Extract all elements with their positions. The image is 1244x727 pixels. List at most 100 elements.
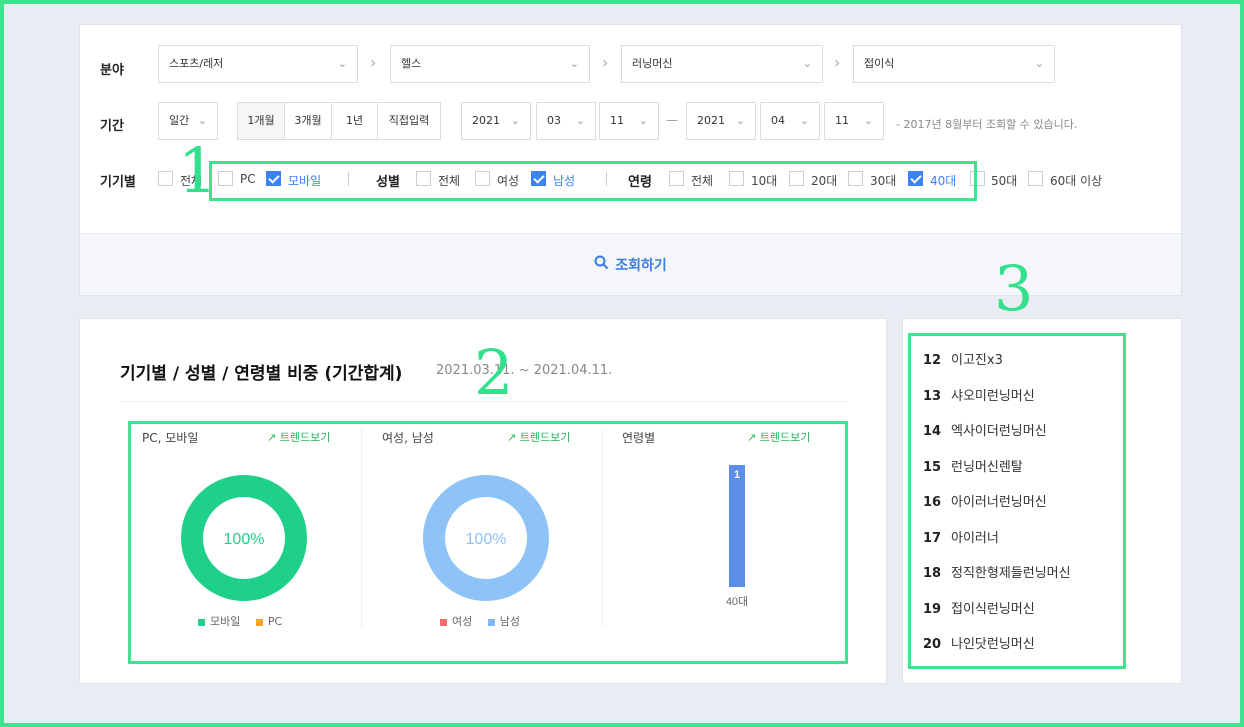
start-month-value: 03 [547,114,561,127]
donut-center-label: 100% [466,531,507,548]
gender-all-checkbox[interactable] [416,171,431,186]
age-trend-link[interactable]: ↗ 트렌드보기 [747,429,810,445]
chevron-right-icon: › [834,53,841,72]
gender-female-checkbox[interactable] [475,171,490,186]
period-1month-button[interactable]: 1개월 [237,102,285,140]
device-chart-title: PC, 모바일 [142,431,199,445]
column-divider [361,429,362,627]
rank-keyword: 접이식런닝머신 [951,602,1035,617]
rank-keyword: 이고진x3 [951,353,1003,368]
age-bar [729,465,745,587]
chevron-down-icon: ⌄ [337,57,347,70]
trend-icon: ↗ [747,431,757,444]
end-year-value: 2021 [697,114,725,127]
ranking-item[interactable]: 19 접이식런닝머신 [923,598,1035,617]
column-divider [602,429,603,627]
rank-keyword: 아이러너런닝머신 [951,495,1047,510]
ranking-item[interactable]: 15 런닝머신렌탈 [923,456,1023,475]
chart-date-range: 2021.03.11. ~ 2021.04.11. [436,363,613,378]
category-select-4[interactable]: 접이식 ⌄ [853,45,1055,83]
trend-label: 트렌드보기 [759,431,811,444]
ranking-item[interactable]: 14 엑사이더런닝머신 [923,420,1047,439]
age-10s-checkbox[interactable] [729,171,744,186]
age-40s-label: 40대 [930,174,957,188]
trend-label: 트렌드보기 [279,431,331,444]
period-label: 기간 [100,119,124,134]
end-day-select[interactable]: 11 ⌄ [824,102,884,140]
device-trend-link[interactable]: ↗ 트렌드보기 [267,429,330,445]
divider [606,172,607,186]
age-20s-label: 20대 [811,174,838,188]
trend-label: 트렌드보기 [519,431,571,444]
ranking-panel: 12 이고진x3 13 샤오미런닝머신 14 엑사이더런닝머신 15 런닝머신렌탈 16… [902,318,1182,684]
end-year-select[interactable]: 2021 ⌄ [686,102,756,140]
rank-number: 20 [923,637,942,652]
device-donut-chart: 100% [181,475,307,601]
chevron-down-icon: ⌄ [510,114,520,127]
age-30s-checkbox[interactable] [848,171,863,186]
chevron-down-icon: ⌄ [735,114,745,127]
age-bar-chart: 1 40대 [726,465,748,608]
start-year-value: 2021 [472,114,500,127]
ranking-item[interactable]: 12 이고진x3 [923,349,1003,368]
device-label: 기기별 [100,175,136,190]
date-range-dash: — [666,113,678,127]
search-icon [594,255,609,274]
rank-keyword: 샤오미런닝머신 [951,389,1035,404]
start-year-select[interactable]: 2021 ⌄ [461,102,531,140]
period-note: - 2017년 8월부터 조회할 수 있습니다. [896,118,1078,131]
annotation-number-2: 2 [474,336,514,409]
age-all-label: 전체 [691,174,714,188]
period-1year-button[interactable]: 1년 [331,102,378,140]
legend-dot [487,618,495,626]
rank-keyword: 아이러너 [951,531,999,546]
gender-legend: 여성 남성 [440,613,520,629]
legend-male-label: 남성 [499,615,520,628]
chevron-down-icon: ⌄ [802,57,812,70]
rank-keyword: 런닝머신렌탈 [951,460,1023,475]
rank-number: 14 [923,424,942,439]
device-chart: PC, 모바일 ↗ 트렌드보기 100% 모바일 PC [142,429,357,629]
gender-male-checkbox[interactable] [531,171,546,186]
age-60plus-checkbox[interactable] [1028,171,1043,186]
annotation-number-1: 1 [178,134,218,207]
age-40s-checkbox[interactable] [908,171,923,186]
gender-trend-link[interactable]: ↗ 트렌드보기 [507,429,570,445]
ranking-item[interactable]: 16 아이러너런닝머신 [923,491,1047,510]
age-20s-checkbox[interactable] [789,171,804,186]
age-chart: 연령별 ↗ 트렌드보기 1 40대 [622,429,837,627]
gender-male-label: 남성 [553,174,576,188]
start-month-select[interactable]: 03 ⌄ [536,102,596,140]
device-all-checkbox[interactable] [158,171,173,186]
donut-center-label: 100% [224,531,265,548]
end-month-value: 04 [771,114,785,127]
device-mobile-checkbox[interactable] [266,171,281,186]
device-pc-checkbox[interactable] [218,171,233,186]
ranking-item[interactable]: 20 나인닷런닝머신 [923,633,1035,652]
chevron-down-icon: ⌄ [575,114,585,127]
ranking-item[interactable]: 17 아이러너 [923,527,999,546]
rank-number: 15 [923,460,942,475]
gender-chart: 여성, 남성 ↗ 트렌드보기 100% 여성 남성 [382,429,597,629]
rank-number: 17 [923,531,942,546]
chevron-right-icon: › [602,53,609,72]
category-select-2-value: 헬스 [401,57,422,70]
trend-icon: ↗ [507,431,517,444]
start-day-select[interactable]: 11 ⌄ [599,102,659,140]
age-50s-label: 50대 [991,174,1018,188]
ranking-item[interactable]: 13 샤오미런닝머신 [923,385,1035,404]
end-month-select[interactable]: 04 ⌄ [760,102,820,140]
category-select-1[interactable]: 스포츠/레저 ⌄ [158,45,358,83]
device-legend: 모바일 PC [198,613,282,629]
age-50s-checkbox[interactable] [970,171,985,186]
category-select-2[interactable]: 헬스 ⌄ [390,45,590,83]
category-select-3[interactable]: 러닝머신 ⌄ [621,45,823,83]
period-3months-button[interactable]: 3개월 [284,102,332,140]
gender-chart-title: 여성, 남성 [382,431,434,445]
age-all-checkbox[interactable] [669,171,684,186]
period-custom-button[interactable]: 직접입력 [377,102,441,140]
rank-number: 16 [923,495,942,510]
rank-number: 19 [923,602,942,617]
legend-female-label: 여성 [452,615,473,628]
ranking-item[interactable]: 18 정직한형제들런닝머신 [923,562,1071,581]
